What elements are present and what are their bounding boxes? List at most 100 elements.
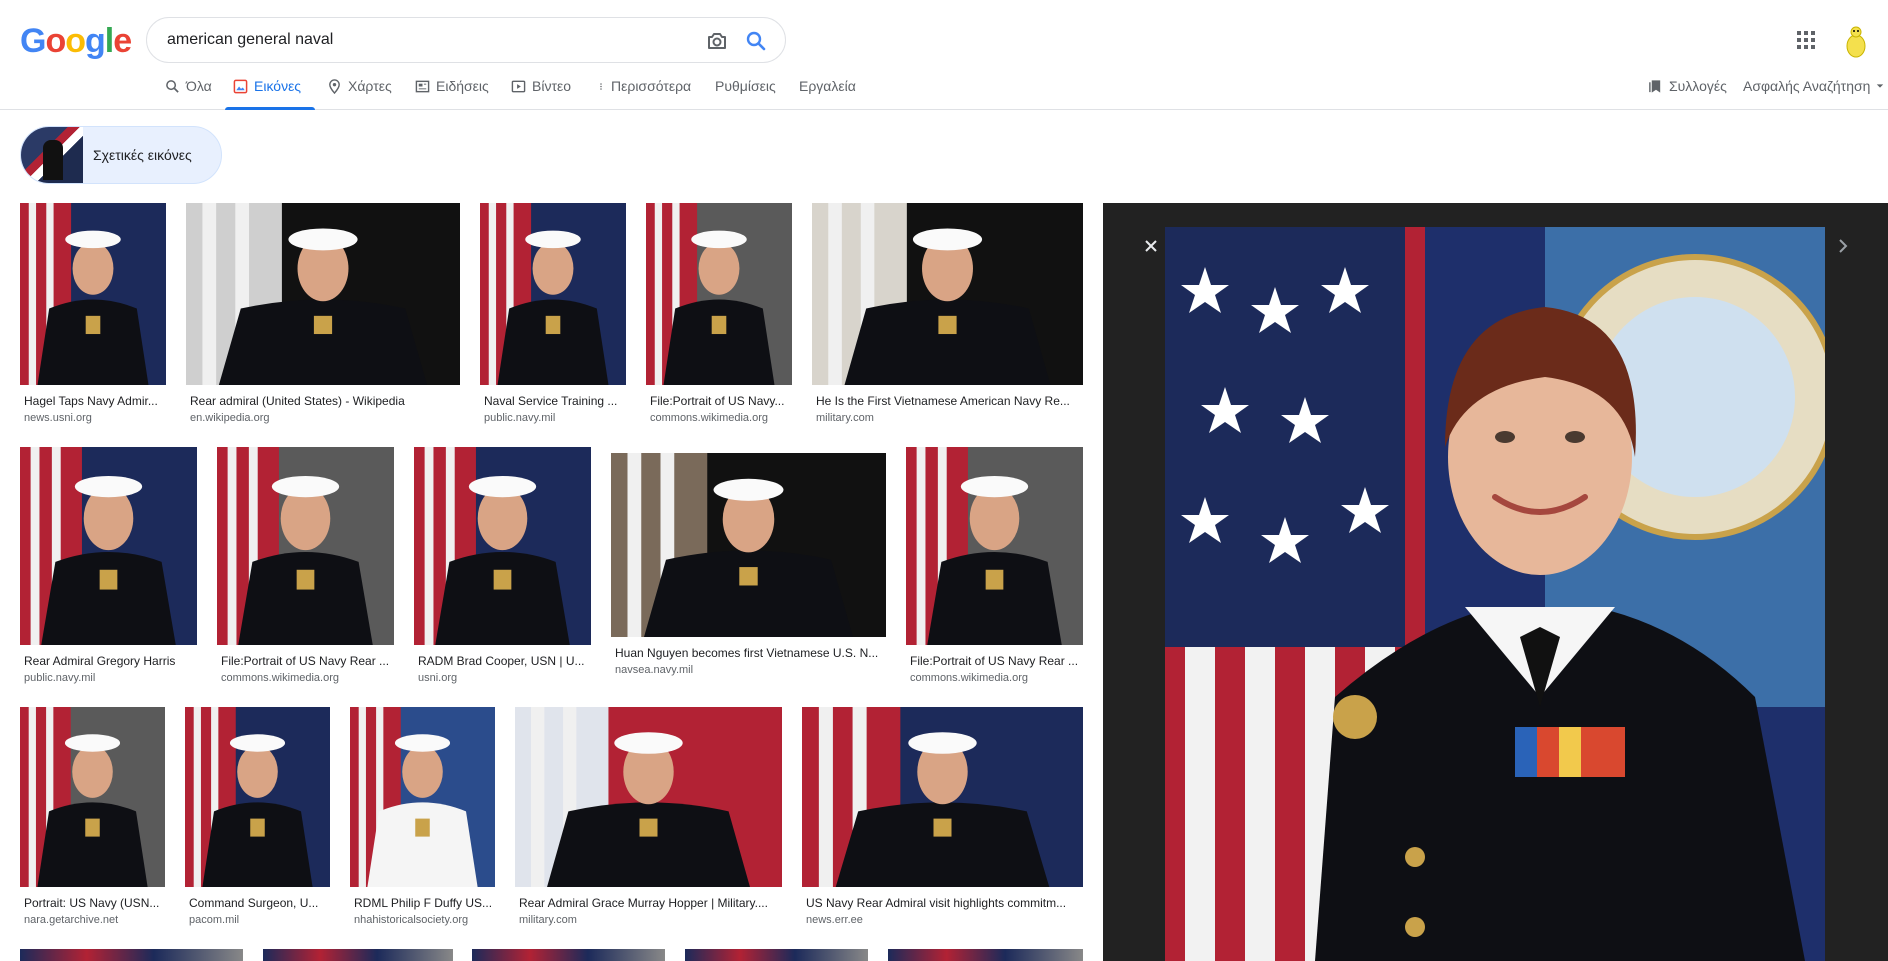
related-images-chip[interactable]: Σχετικές εικόνες [20, 126, 222, 184]
safe-search-label: Ασφαλής Αναζήτηση [1743, 78, 1871, 94]
tab-images[interactable]: Εικόνες [233, 78, 301, 94]
tab-videos[interactable]: Βίντεο [511, 78, 571, 94]
result-title[interactable]: Hagel Taps Navy Admir... [24, 394, 164, 408]
result-title[interactable]: Rear admiral (United States) - Wikipedia [190, 394, 458, 408]
logo-letter: l [104, 22, 115, 60]
logo-letter: g [85, 22, 106, 60]
result-thumbnail[interactable] [515, 707, 782, 887]
result-title[interactable]: Command Surgeon, U... [189, 896, 328, 910]
image-result-card[interactable]: US Navy Rear Admiral visit highlights co… [802, 707, 1083, 941]
collections-label: Συλλογές [1669, 78, 1727, 94]
result-thumbnail[interactable] [906, 447, 1083, 645]
image-preview-panel [1103, 203, 1888, 961]
image-result-card[interactable]: Portrait: US Navy (USN... nara.getarchive… [20, 707, 165, 941]
collections-link[interactable]: Συλλογές [1648, 78, 1727, 94]
image-result-card[interactable]: He Is the First Vietnamese American Navy… [812, 203, 1083, 439]
image-result-card[interactable]: File:Portrait of US Navy Rear ... commons… [906, 447, 1083, 699]
result-title[interactable]: Rear Admiral Gregory Harris [24, 654, 195, 668]
tab-label: Ρυθμίσεις [715, 78, 776, 94]
image-result-card[interactable]: Naval Service Training ... public.navy.mi… [480, 203, 626, 439]
apps-grid-icon[interactable] [1796, 30, 1816, 50]
result-source: public.navy.mil [484, 412, 556, 424]
top-header: Google Όλα Εικόνες [0, 0, 1888, 110]
result-thumbnail[interactable] [20, 447, 197, 645]
tab-label: Περισσότερα [611, 78, 692, 94]
image-result-card[interactable]: Rear admiral (United States) - Wikipedia… [186, 203, 460, 439]
tab-tools[interactable]: Εργαλεία [799, 78, 856, 94]
tab-label: Χάρτες [348, 78, 392, 94]
result-thumbnail-partial[interactable] [20, 949, 243, 961]
result-thumbnail[interactable] [611, 453, 886, 637]
result-title[interactable]: File:Portrait of US Navy Rear ... [221, 654, 392, 668]
result-thumbnail[interactable] [646, 203, 792, 385]
tab-label: Ειδήσεις [436, 78, 489, 94]
logo-letter: e [113, 22, 132, 60]
result-thumbnail-partial[interactable] [263, 949, 453, 961]
result-thumbnail[interactable] [185, 707, 330, 887]
image-result-card[interactable]: Rear Admiral Gregory Harris public.navy.m… [20, 447, 197, 699]
result-title[interactable]: RDML Philip F Duffy US... [354, 896, 493, 910]
result-source: navsea.navy.mil [615, 664, 694, 676]
result-source: news.usni.org [24, 412, 92, 424]
result-title[interactable]: Rear Admiral Grace Murray Hopper | Milit… [519, 896, 780, 910]
result-thumbnail[interactable] [480, 203, 626, 385]
result-thumbnail[interactable] [186, 203, 460, 385]
result-thumbnail[interactable] [350, 707, 495, 887]
result-source: public.navy.mil [24, 672, 96, 684]
result-source: commons.wikimedia.org [650, 412, 768, 424]
close-icon[interactable] [1141, 236, 1161, 256]
caret-down-icon [1877, 84, 1884, 88]
result-thumbnail[interactable] [802, 707, 1083, 887]
search-input[interactable] [167, 28, 687, 52]
result-source: military.com [816, 412, 874, 424]
chevron-right-icon[interactable] [1833, 236, 1853, 256]
more-vert-icon [600, 82, 602, 90]
tab-label: Εικόνες [254, 78, 302, 94]
google-logo[interactable]: Google [20, 22, 132, 61]
result-thumbnail-partial[interactable] [472, 949, 665, 961]
result-title[interactable]: File:Portrait of US Navy... [650, 394, 790, 408]
tab-label: Βίντεο [532, 78, 572, 94]
result-title[interactable]: Naval Service Training ... [484, 394, 624, 408]
tab-more[interactable]: Περισσότερα [597, 78, 691, 94]
result-thumbnail[interactable] [20, 203, 166, 385]
bookmark-icon [1649, 79, 1661, 93]
tab-maps[interactable]: Χάρτες [327, 78, 392, 94]
account-avatar[interactable] [1842, 24, 1870, 58]
image-result-card[interactable]: Rear Admiral Grace Murray Hopper | Milit… [515, 707, 782, 941]
result-title[interactable]: Portrait: US Navy (USN... [24, 896, 163, 910]
result-thumbnail-partial[interactable] [685, 949, 868, 961]
tab-settings[interactable]: Ρυθμίσεις [715, 78, 776, 94]
news-icon [415, 80, 430, 92]
result-title[interactable]: RADM Brad Cooper, USN | U... [418, 654, 589, 668]
result-thumbnail[interactable] [812, 203, 1083, 385]
result-source: en.wikipedia.org [190, 412, 270, 424]
preview-image[interactable] [1165, 227, 1825, 961]
related-thumbnail [21, 127, 83, 183]
tab-label: Όλα [186, 78, 212, 94]
result-title[interactable]: US Navy Rear Admiral visit highlights co… [806, 896, 1081, 910]
image-result-card[interactable]: File:Portrait of US Navy Rear ... commons… [217, 447, 394, 699]
tab-all[interactable]: Όλα [165, 78, 212, 94]
image-result-card[interactable]: Hagel Taps Navy Admir... news.usni.org [20, 203, 166, 439]
search-icon[interactable] [744, 29, 768, 53]
image-result-card[interactable]: Command Surgeon, U... pacom.mil [185, 707, 330, 941]
image-result-card[interactable]: File:Portrait of US Navy... commons.wikim… [646, 203, 792, 439]
result-thumbnail[interactable] [414, 447, 591, 645]
result-source: news.err.ee [806, 914, 863, 926]
active-tab-indicator [225, 107, 315, 110]
camera-icon[interactable] [705, 29, 729, 53]
result-title[interactable]: Huan Nguyen becomes first Vietnamese U.S… [615, 646, 884, 660]
image-result-card[interactable]: RADM Brad Cooper, USN | U... usni.org [414, 447, 591, 699]
result-title[interactable]: He Is the First Vietnamese American Navy… [816, 394, 1081, 408]
safe-search-dropdown[interactable]: Ασφαλής Αναζήτηση [1743, 78, 1884, 94]
image-result-card[interactable]: Huan Nguyen becomes first Vietnamese U.S… [611, 453, 886, 691]
result-title[interactable]: File:Portrait of US Navy Rear ... [910, 654, 1081, 668]
related-label: Σχετικές εικόνες [93, 147, 192, 163]
result-thumbnail[interactable] [20, 707, 165, 887]
result-thumbnail[interactable] [217, 447, 394, 645]
tab-news[interactable]: Ειδήσεις [415, 78, 489, 94]
result-source: nara.getarchive.net [24, 914, 119, 926]
image-result-card[interactable]: RDML Philip F Duffy US... nhahistoricalso… [350, 707, 495, 941]
result-thumbnail-partial[interactable] [888, 949, 1083, 961]
